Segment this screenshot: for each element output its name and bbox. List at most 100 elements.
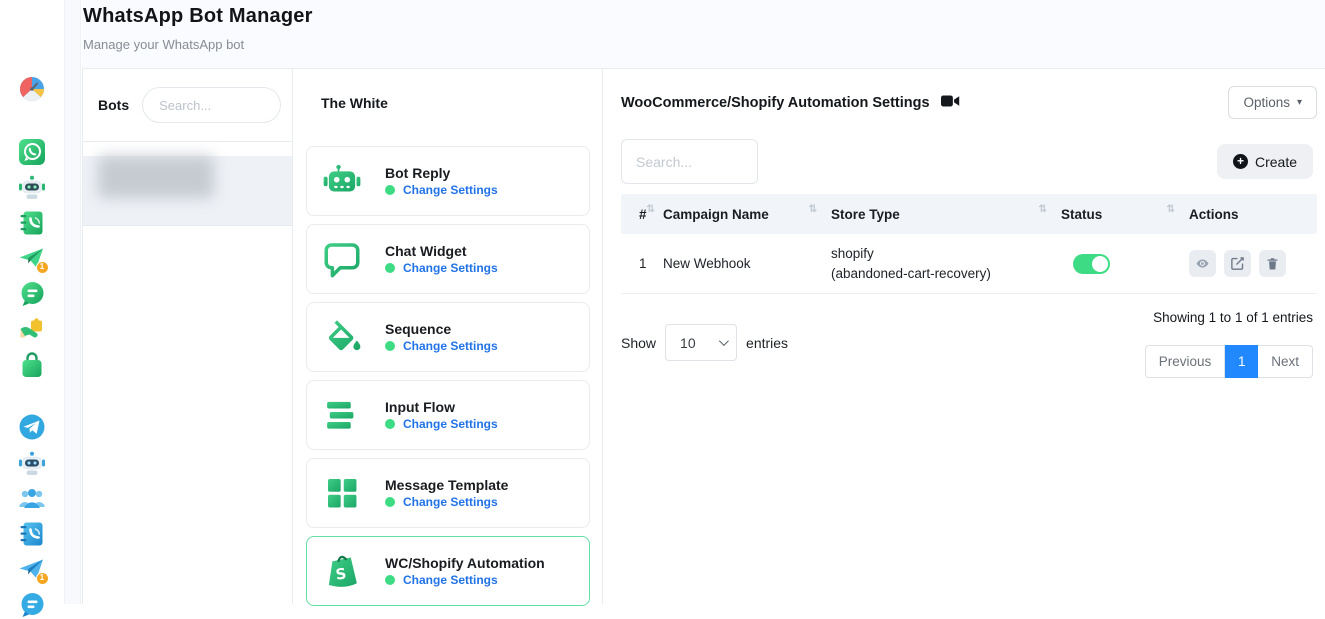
sort-icon[interactable]: ⇅: [1167, 204, 1175, 215]
telegram-icon[interactable]: [18, 413, 46, 441]
change-settings-link[interactable]: Change Settings: [385, 573, 545, 587]
pagination: Previous 1 Next: [1145, 345, 1313, 378]
card-title: Message Template: [385, 477, 508, 493]
card-text: Chat Widget Change Settings: [385, 243, 498, 275]
video-tutorial-icon[interactable]: [941, 94, 960, 112]
page-1-button[interactable]: 1: [1225, 345, 1258, 378]
table-footer: Show 10 entries Showing 1 to 1 of 1 entr…: [621, 307, 1317, 378]
create-button[interactable]: + Create: [1217, 144, 1313, 179]
sidebar-scrollbar[interactable]: [64, 0, 81, 604]
edit-button[interactable]: [1224, 250, 1251, 277]
notification-badge: 1: [36, 261, 49, 274]
chevron-down-icon: [719, 336, 729, 346]
whatsapp-store-icon[interactable]: [18, 351, 46, 379]
campaign-search-input[interactable]: [621, 139, 758, 184]
sort-icon[interactable]: ⇅: [1039, 204, 1047, 215]
column-header-index[interactable]: # ⇅: [621, 207, 663, 222]
bot-list-item-selected[interactable]: [83, 156, 292, 226]
page-size-select[interactable]: 10: [665, 324, 737, 361]
change-settings-link[interactable]: Change Settings: [385, 417, 498, 431]
status-dot-icon: [385, 263, 395, 273]
status-dot-icon: [385, 575, 395, 585]
card-input-flow[interactable]: Input Flow Change Settings: [306, 380, 590, 450]
icon-sidebar: 1: [0, 0, 63, 604]
card-text: Input Flow Change Settings: [385, 399, 498, 431]
shopify-bag-icon: S: [321, 550, 363, 592]
sort-icon[interactable]: ⇅: [809, 204, 817, 215]
notification-badge: 1: [36, 572, 49, 585]
whatsapp-campaign-icon[interactable]: 1: [18, 244, 46, 272]
bots-panel: Bots: [83, 69, 293, 604]
page-header: WhatsApp Bot Manager Manage your WhatsAp…: [83, 5, 313, 52]
bot-menu-panel: The White Bot Reply: [293, 69, 603, 604]
whatsapp-icon[interactable]: [18, 138, 46, 166]
bots-panel-header: Bots: [83, 69, 292, 142]
card-message-template[interactable]: Message Template Change Settings: [306, 458, 590, 528]
list-bars-icon: [321, 394, 363, 436]
telegram-groups-icon[interactable]: [18, 484, 46, 512]
row-status: [1061, 254, 1189, 274]
telegram-bot-icon[interactable]: [18, 449, 46, 477]
page-subtitle: Manage your WhatsApp bot: [83, 37, 313, 52]
pagination-area: Showing 1 to 1 of 1 entries Previous 1 N…: [1145, 307, 1317, 378]
card-title: Sequence: [385, 321, 451, 337]
telegram-contacts-icon[interactable]: [18, 520, 46, 548]
change-settings-link[interactable]: Change Settings: [385, 183, 498, 197]
change-settings-link[interactable]: Change Settings: [385, 339, 498, 353]
whatsapp-chat-icon[interactable]: [18, 280, 46, 308]
column-header-campaign-name[interactable]: Campaign Name ⇅: [663, 207, 831, 222]
card-sequence[interactable]: Sequence Change Settings: [306, 302, 590, 372]
whatsapp-contacts-icon[interactable]: [18, 209, 46, 237]
view-button[interactable]: [1189, 250, 1216, 277]
dashboard-icon[interactable]: [18, 75, 46, 103]
automation-header: WooCommerce/Shopify Automation Settings …: [621, 86, 1317, 119]
status-dot-icon: [385, 185, 395, 195]
sort-icon[interactable]: ⇅: [647, 204, 655, 215]
bots-search-input[interactable]: [142, 87, 281, 123]
options-button[interactable]: Options ▾: [1228, 86, 1317, 119]
plus-circle-icon: +: [1233, 154, 1248, 169]
status-toggle[interactable]: [1073, 254, 1110, 274]
card-chat-widget[interactable]: Chat Widget Change Settings: [306, 224, 590, 294]
automation-panel: WooCommerce/Shopify Automation Settings …: [603, 69, 1325, 604]
card-wc-shopify-automation[interactable]: S WC/Shopify Automation Change Settings: [306, 536, 590, 606]
bot-menu-title: The White: [293, 69, 602, 111]
card-title: Bot Reply: [385, 165, 450, 181]
grid-icon: [321, 472, 363, 514]
previous-page-button[interactable]: Previous: [1145, 345, 1226, 378]
paint-bucket-icon: [321, 316, 363, 358]
delete-button[interactable]: [1259, 250, 1286, 277]
entries-label: entries: [746, 335, 788, 351]
card-text: Message Template Change Settings: [385, 477, 508, 509]
status-dot-icon: [385, 497, 395, 507]
row-store-type: shopify (abandoned-cart-recovery): [831, 244, 1061, 283]
change-settings-link[interactable]: Change Settings: [385, 261, 498, 275]
card-title: WC/Shopify Automation: [385, 555, 545, 571]
card-title: Chat Widget: [385, 243, 467, 259]
telegram-chat-icon[interactable]: [18, 591, 46, 619]
automation-title: WooCommerce/Shopify Automation Settings: [621, 94, 960, 112]
page-size-group: Show 10 entries: [621, 307, 788, 378]
card-bot-reply[interactable]: Bot Reply Change Settings: [306, 146, 590, 216]
telegram-campaign-icon[interactable]: 1: [18, 555, 46, 583]
next-page-button[interactable]: Next: [1258, 345, 1313, 378]
chat-bubble-icon: [321, 238, 363, 280]
status-dot-icon: [385, 341, 395, 351]
column-header-store-type[interactable]: Store Type ⇅: [831, 207, 1061, 222]
main-panel: Bots The White: [82, 68, 1325, 604]
row-campaign-name: New Webhook: [663, 256, 831, 271]
whatsapp-integration-icon[interactable]: [18, 315, 46, 343]
card-title: Input Flow: [385, 399, 455, 415]
campaigns-table: # ⇅ Campaign Name ⇅ Store Type ⇅ Status …: [621, 194, 1317, 294]
card-text: Bot Reply Change Settings: [385, 165, 498, 197]
change-settings-link[interactable]: Change Settings: [385, 495, 508, 509]
page-title: WhatsApp Bot Manager: [83, 5, 313, 28]
whatsapp-bot-icon[interactable]: [18, 173, 46, 201]
status-dot-icon: [385, 419, 395, 429]
row-index: 1: [621, 256, 663, 271]
robot-icon: [321, 160, 363, 202]
column-header-status[interactable]: Status ⇅: [1061, 207, 1189, 222]
caret-down-icon: ▾: [1297, 97, 1302, 108]
bot-name-redacted: [98, 156, 214, 198]
column-header-actions: Actions: [1189, 207, 1317, 222]
